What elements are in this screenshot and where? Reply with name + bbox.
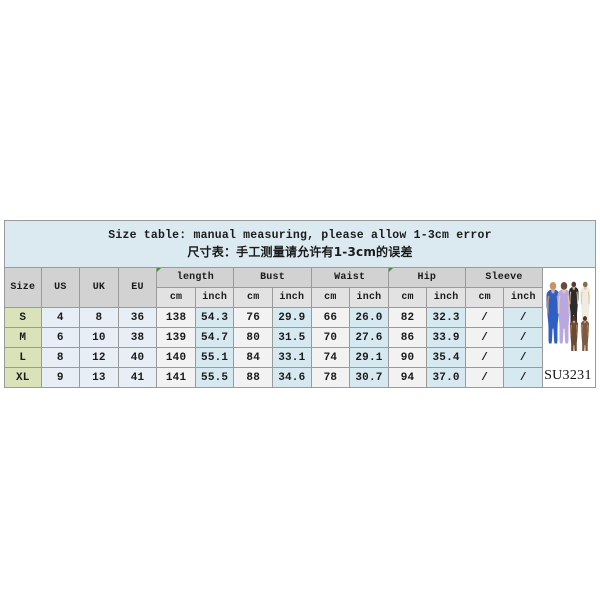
- row-us: 6: [40, 327, 81, 348]
- row-length-inch: 55.1: [194, 347, 235, 368]
- row-uk: 10: [79, 327, 119, 348]
- row-bust-inch: 29.9: [272, 307, 312, 328]
- row-size: S: [4, 307, 42, 328]
- row-length-cm: 141: [156, 367, 196, 388]
- header-waist-cm: cm: [310, 287, 351, 308]
- header-sleeve-inch: inch: [503, 287, 544, 308]
- row-uk: 8: [79, 307, 119, 328]
- row-bust-cm: 76: [233, 307, 274, 328]
- row-waist-inch: 26.0: [349, 307, 389, 328]
- row-sleeve-cm: /: [464, 347, 505, 368]
- row-waist-cm: 70: [310, 327, 351, 348]
- table-row: M 6 10 38 139 54.7 80 31.5 70 27.6 86 33…: [4, 327, 596, 348]
- title-cell: Size table: manual measuring, please all…: [4, 220, 596, 268]
- header-eu: EU: [117, 267, 158, 308]
- row-waist-inch: 27.6: [349, 327, 389, 348]
- row-size: M: [4, 327, 42, 348]
- table-row: S 4 8 36 138 54.3 76 29.9 66 26.0 82 32.…: [4, 307, 596, 328]
- row-hip-cm: 86: [387, 327, 428, 348]
- product-image-box: SU3231: [543, 270, 595, 385]
- header-group-sleeve: Sleeve: [464, 267, 544, 288]
- table-title-row: Size table: manual measuring, please all…: [4, 220, 596, 268]
- row-eu: 40: [117, 347, 158, 368]
- header-bust-cm: cm: [233, 287, 274, 308]
- row-waist-inch: 29.1: [349, 347, 389, 368]
- table-row: XL 9 13 41 141 55.5 88 34.6 78 30.7 94 3…: [4, 367, 596, 388]
- product-image-cell: SU3231: [542, 267, 596, 388]
- header-hip-inch: inch: [426, 287, 466, 308]
- header-hip-cm: cm: [387, 287, 428, 308]
- jumpsuit-colorways-thumbnail-icon: [545, 277, 594, 351]
- row-bust-cm: 84: [233, 347, 274, 368]
- title-english: Size table: manual measuring, please all…: [108, 229, 492, 242]
- header-group-hip-label: Hip: [417, 272, 437, 283]
- row-hip-cm: 90: [387, 347, 428, 368]
- title-chinese: 尺寸表：手工测量请允许有1-3cm的误差: [187, 245, 413, 259]
- row-uk: 12: [79, 347, 119, 368]
- row-length-inch: 55.5: [194, 367, 235, 388]
- row-sleeve-inch: /: [503, 307, 544, 328]
- product-sku-code: SU3231: [544, 368, 592, 383]
- row-sleeve-cm: /: [464, 327, 505, 348]
- cell-marker-icon: [388, 268, 393, 272]
- row-us: 4: [40, 307, 81, 328]
- row-hip-inch: 32.3: [426, 307, 466, 328]
- row-sleeve-cm: /: [464, 367, 505, 388]
- row-bust-cm: 80: [233, 327, 274, 348]
- header-group-bust-label: Bust: [260, 272, 285, 283]
- size-chart-table: Size table: manual measuring, please all…: [4, 220, 596, 388]
- row-length-inch: 54.3: [194, 307, 235, 328]
- row-uk: 13: [79, 367, 119, 388]
- row-length-cm: 140: [156, 347, 196, 368]
- row-sleeve-inch: /: [503, 347, 544, 368]
- row-hip-inch: 37.0: [426, 367, 466, 388]
- header-group-hip: Hip: [387, 267, 466, 288]
- cell-marker-icon: [157, 268, 162, 272]
- header-us: US: [40, 267, 81, 308]
- header-sleeve-cm: cm: [464, 287, 505, 308]
- row-eu: 38: [117, 327, 158, 348]
- row-length-inch: 54.7: [194, 327, 235, 348]
- row-us: 9: [40, 367, 81, 388]
- row-sleeve-cm: /: [464, 307, 505, 328]
- header-group-waist-label: Waist: [334, 272, 366, 283]
- table-row: L 8 12 40 140 55.1 84 33.1 74 29.1 90 35…: [4, 347, 596, 368]
- row-bust-cm: 88: [233, 367, 274, 388]
- header-group-sleeve-label: Sleeve: [485, 272, 523, 283]
- header-length-inch: inch: [194, 287, 235, 308]
- row-hip-inch: 33.9: [426, 327, 466, 348]
- row-eu: 36: [117, 307, 158, 328]
- header-size: Size: [4, 267, 42, 308]
- row-eu: 41: [117, 367, 158, 388]
- row-length-cm: 138: [156, 307, 196, 328]
- header-uk: UK: [79, 267, 119, 308]
- row-us: 8: [40, 347, 81, 368]
- row-bust-inch: 31.5: [272, 327, 312, 348]
- row-sleeve-inch: /: [503, 367, 544, 388]
- row-waist-cm: 78: [310, 367, 351, 388]
- row-hip-cm: 82: [387, 307, 428, 328]
- size-table-container: Size table: manual measuring, please all…: [4, 220, 596, 388]
- row-waist-cm: 74: [310, 347, 351, 368]
- header-length-cm: cm: [156, 287, 196, 308]
- row-size: XL: [4, 367, 42, 388]
- header-group-bust: Bust: [233, 267, 312, 288]
- header-group-length-label: length: [176, 272, 214, 283]
- row-bust-inch: 34.6: [272, 367, 312, 388]
- row-bust-inch: 33.1: [272, 347, 312, 368]
- header-waist-inch: inch: [349, 287, 389, 308]
- row-waist-cm: 66: [310, 307, 351, 328]
- header-bust-inch: inch: [272, 287, 312, 308]
- row-sleeve-inch: /: [503, 327, 544, 348]
- row-waist-inch: 30.7: [349, 367, 389, 388]
- header-group-row: Size US UK EU length Bust Waist Hip Slee…: [4, 267, 596, 388]
- header-group-waist: Waist: [310, 267, 389, 288]
- row-length-cm: 139: [156, 327, 196, 348]
- row-hip-cm: 94: [387, 367, 428, 388]
- row-hip-inch: 35.4: [426, 347, 466, 368]
- row-size: L: [4, 347, 42, 368]
- header-group-length: length: [156, 267, 235, 288]
